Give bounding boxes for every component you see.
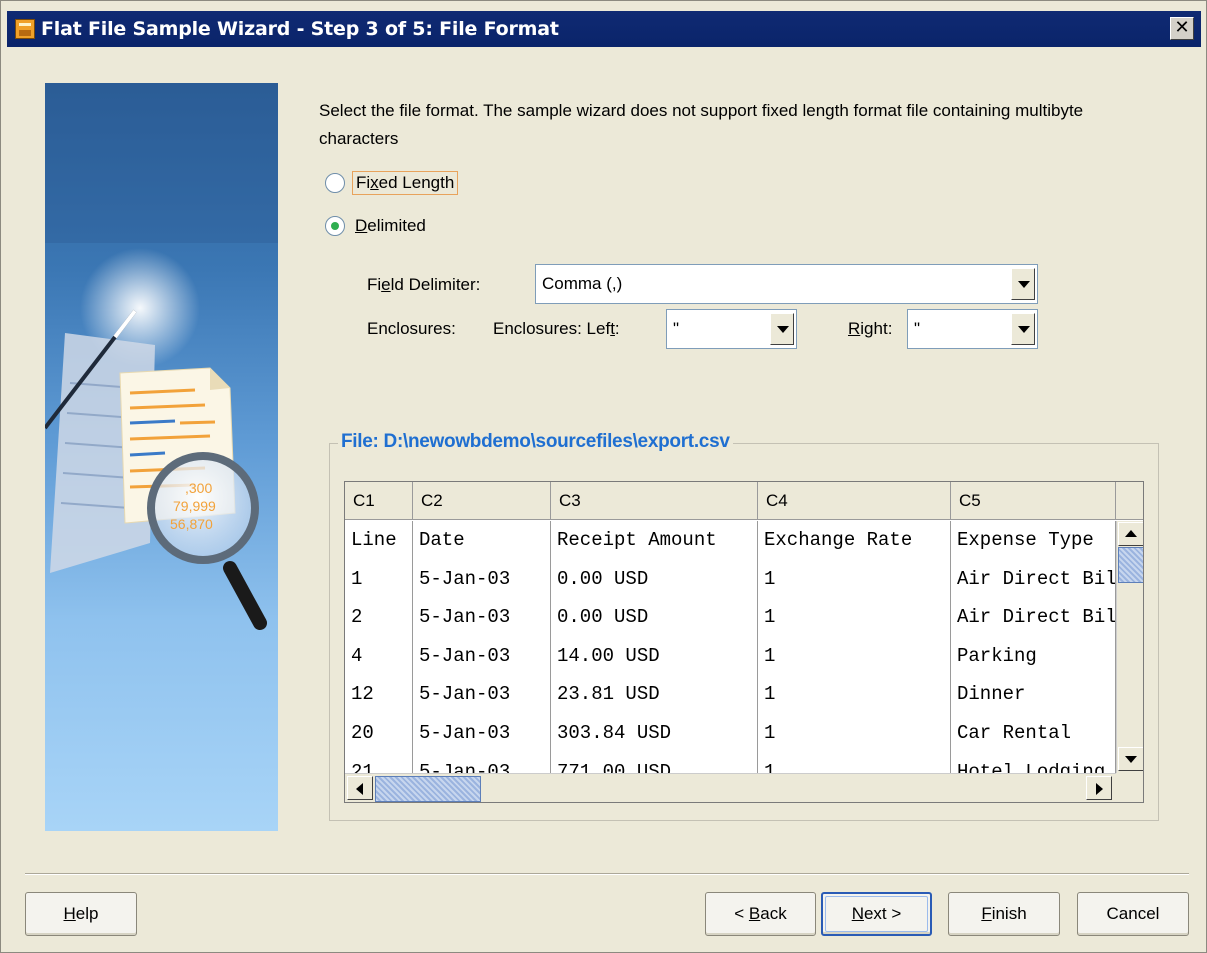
wizard-side-illustration: ,300 79,999 56,870 bbox=[45, 83, 278, 831]
table-cell: Air Direct Bill bbox=[951, 559, 1116, 599]
table-cell: Line bbox=[345, 521, 413, 560]
table-cell: 4 bbox=[345, 636, 413, 676]
table-cell: 5-Jan-03 bbox=[413, 675, 551, 714]
table-cell: 21 bbox=[345, 752, 413, 773]
footer-separator bbox=[25, 873, 1189, 875]
svg-text:79,999: 79,999 bbox=[173, 498, 216, 514]
grid-header-row: C1 C2 C3 C4 C5 bbox=[345, 482, 1143, 520]
table-cell: 5-Jan-03 bbox=[413, 714, 551, 753]
instruction-text: Select the file format. The sample wizar… bbox=[319, 101, 1084, 148]
table-row[interactable]: 12 5-Jan-03 23.81 USD 1 Dinner bbox=[345, 675, 1116, 714]
delimited-label[interactable]: Delimited bbox=[352, 215, 429, 237]
table-cell: 1 bbox=[758, 714, 951, 753]
table-cell: Exchange Rate bbox=[758, 521, 951, 560]
delimited-radio[interactable] bbox=[325, 216, 345, 236]
delimited-radio-option[interactable]: Delimited bbox=[325, 215, 429, 237]
field-delimiter-value: Comma (,) bbox=[542, 274, 623, 293]
field-delimiter-label: Field Delimiter: bbox=[367, 275, 481, 294]
next-button[interactable]: Next > bbox=[821, 892, 932, 936]
table-cell: 1 bbox=[758, 636, 951, 676]
enclosure-right-value: " bbox=[914, 319, 921, 338]
table-row[interactable]: 4 5-Jan-03 14.00 USD 1 Parking bbox=[345, 636, 1116, 676]
help-button[interactable]: Help bbox=[25, 892, 137, 936]
table-cell: Car Rental bbox=[951, 714, 1116, 753]
scroll-up-icon[interactable] bbox=[1118, 522, 1143, 546]
title-bar[interactable]: Flat File Sample Wizard - Step 3 of 5: F… bbox=[7, 11, 1201, 47]
enclosure-left-dropdown[interactable]: " bbox=[666, 309, 797, 349]
column-header[interactable]: C3 bbox=[551, 482, 758, 520]
table-cell: 771.00 USD bbox=[551, 752, 758, 773]
flat-file-sample-wizard-dialog: Flat File Sample Wizard - Step 3 of 5: F… bbox=[0, 0, 1207, 953]
table-cell: 2 bbox=[345, 598, 413, 637]
column-header[interactable]: C4 bbox=[758, 482, 951, 520]
enclosure-left-value: " bbox=[673, 319, 680, 338]
magnifier-document-icon: ,300 79,999 56,870 bbox=[45, 83, 278, 630]
field-delimiter-dropdown[interactable]: Comma (,) bbox=[535, 264, 1038, 304]
back-button[interactable]: < Back bbox=[705, 892, 816, 936]
table-cell: 12 bbox=[345, 675, 413, 714]
column-header[interactable]: C5 bbox=[951, 482, 1116, 520]
table-cell: 303.84 USD bbox=[551, 714, 758, 753]
horizontal-scrollbar[interactable] bbox=[345, 773, 1116, 802]
table-cell: 1 bbox=[758, 598, 951, 637]
table-cell: Receipt Amount bbox=[551, 521, 758, 560]
table-row[interactable]: Line Date Receipt Amount Exchange Rate Expen… bbox=[345, 521, 1116, 560]
table-cell: Hotel Lodging bbox=[951, 752, 1116, 773]
scroll-right-icon[interactable] bbox=[1086, 776, 1112, 800]
cancel-button[interactable]: Cancel bbox=[1077, 892, 1189, 936]
table-cell: 20 bbox=[345, 714, 413, 753]
file-path-legend: File: D:\newowbdemo\sourcefiles\export.c… bbox=[338, 431, 733, 453]
chevron-down-icon[interactable] bbox=[1011, 268, 1035, 300]
table-cell: Date bbox=[413, 521, 551, 560]
vertical-scroll-thumb[interactable] bbox=[1118, 547, 1143, 583]
table-cell: 1 bbox=[758, 675, 951, 714]
svg-text:56,870: 56,870 bbox=[170, 516, 213, 532]
column-header[interactable]: C2 bbox=[413, 482, 551, 520]
table-row[interactable]: 1 5-Jan-03 0.00 USD 1 Air Direct Bill bbox=[345, 559, 1116, 599]
table-cell: Expense Type bbox=[951, 521, 1116, 560]
horizontal-scroll-thumb[interactable] bbox=[375, 776, 481, 802]
grid-body: Line Date Receipt Amount Exchange Rate Expen… bbox=[345, 521, 1116, 773]
scroll-left-icon[interactable] bbox=[347, 776, 373, 800]
table-cell: Parking bbox=[951, 636, 1116, 676]
table-cell: 0.00 USD bbox=[551, 559, 758, 599]
table-cell: 1 bbox=[758, 559, 951, 599]
scroll-down-icon[interactable] bbox=[1118, 747, 1143, 771]
enclosure-right-dropdown[interactable]: " bbox=[907, 309, 1038, 349]
enclosures-label: Enclosures: bbox=[367, 319, 456, 338]
finish-button[interactable]: Finish bbox=[948, 892, 1060, 936]
chevron-down-icon[interactable] bbox=[1011, 313, 1035, 345]
svg-text:,300: ,300 bbox=[185, 480, 212, 496]
vertical-scrollbar[interactable] bbox=[1116, 521, 1143, 773]
table-row[interactable]: 2 5-Jan-03 0.00 USD 1 Air Direct Bill bbox=[345, 598, 1116, 637]
fixed-length-label[interactable]: Fixed Length bbox=[352, 171, 459, 195]
table-cell: 1 bbox=[758, 752, 951, 773]
table-cell: 5-Jan-03 bbox=[413, 636, 551, 676]
table-cell: Air Direct Bill bbox=[951, 598, 1116, 637]
enclosures-right-label: Right: bbox=[848, 319, 893, 338]
column-header[interactable]: C1 bbox=[345, 482, 413, 520]
table-cell: 23.81 USD bbox=[551, 675, 758, 714]
enclosures-left-label: Enclosures: Left: bbox=[493, 319, 620, 338]
table-cell: 14.00 USD bbox=[551, 636, 758, 676]
table-cell: Dinner bbox=[951, 675, 1116, 714]
scrollbar-corner bbox=[1116, 773, 1143, 802]
fixed-length-radio[interactable] bbox=[325, 173, 345, 193]
table-row[interactable]: 20 5-Jan-03 303.84 USD 1 Car Rental bbox=[345, 714, 1116, 753]
table-cell: 5-Jan-03 bbox=[413, 559, 551, 599]
table-cell: 1 bbox=[345, 559, 413, 599]
table-cell: 0.00 USD bbox=[551, 598, 758, 637]
chevron-down-icon[interactable] bbox=[770, 313, 794, 345]
fixed-length-radio-option[interactable]: Fixed Length bbox=[325, 171, 459, 195]
table-cell: 5-Jan-03 bbox=[413, 752, 551, 773]
table-cell: 5-Jan-03 bbox=[413, 598, 551, 637]
close-button[interactable]: ✕ bbox=[1170, 17, 1194, 40]
table-row[interactable]: 21 5-Jan-03 771.00 USD 1 Hotel Lodging bbox=[345, 752, 1116, 773]
window-title: Flat File Sample Wizard - Step 3 of 5: F… bbox=[41, 18, 559, 40]
file-preview-grid[interactable]: C1 C2 C3 C4 C5 Line Date Receipt Amount Exc… bbox=[344, 481, 1144, 803]
wizard-app-icon bbox=[15, 19, 35, 39]
